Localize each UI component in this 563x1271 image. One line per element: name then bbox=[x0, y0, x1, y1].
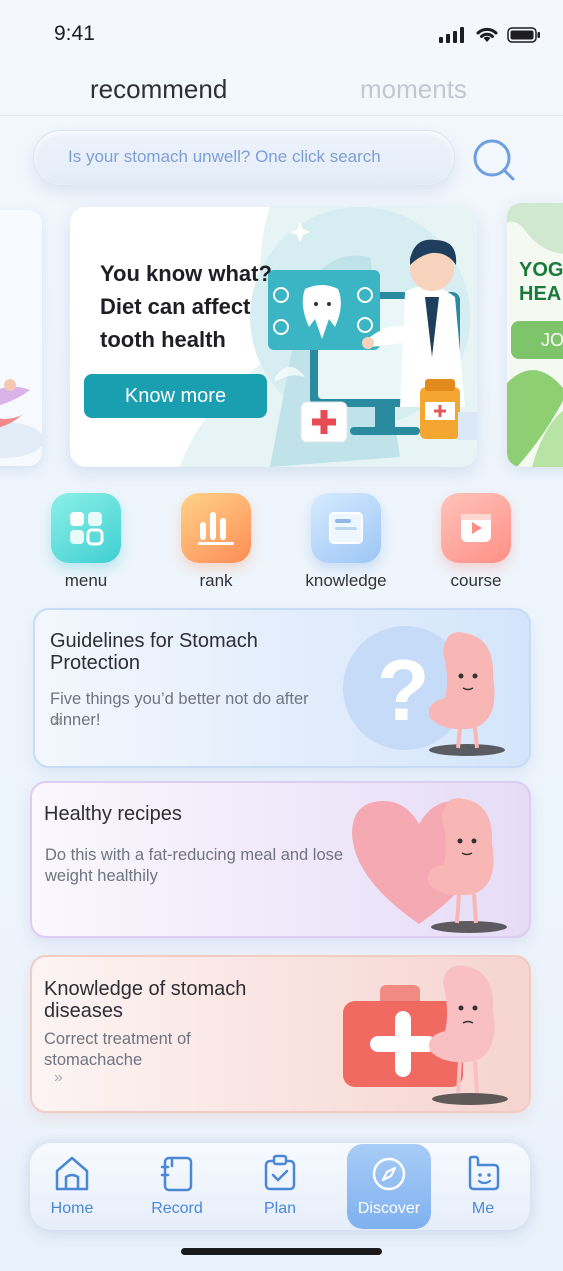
banner-main[interactable]: You know what? Diet can affect tooth hea… bbox=[70, 207, 477, 467]
nav-label: Record bbox=[151, 1200, 203, 1217]
chevron-right-icon[interactable]: » bbox=[53, 712, 62, 730]
nav-me[interactable]: Me bbox=[441, 1153, 525, 1218]
me-icon bbox=[468, 1155, 500, 1191]
card-description: Five things you’d better not do after di… bbox=[50, 690, 309, 729]
bottom-nav: Home Record Plan Discover Me bbox=[30, 1143, 530, 1230]
nav-label: Discover bbox=[357, 1200, 421, 1217]
stomach-firstaid-illustration bbox=[343, 965, 508, 1105]
quick-menu-label: course bbox=[450, 571, 502, 590]
banner-prev-peek[interactable] bbox=[0, 210, 42, 466]
tab-moments[interactable]: moments bbox=[360, 74, 467, 105]
svg-text:?: ? bbox=[377, 643, 430, 739]
book-icon bbox=[311, 493, 381, 563]
card-title: Healthy recipes bbox=[44, 803, 182, 825]
nav-label: Plan bbox=[263, 1200, 297, 1217]
card-description: Correct treatment of stomachache bbox=[44, 1030, 191, 1069]
search-icon[interactable] bbox=[470, 136, 518, 184]
card-healthy-recipes[interactable]: Healthy recipes Do this with a fat-reduc… bbox=[30, 781, 531, 938]
status-time: 9:41 bbox=[54, 22, 95, 45]
quick-menu-label: knowledge bbox=[305, 571, 387, 590]
battery-icon bbox=[507, 26, 540, 43]
signal-icon bbox=[439, 26, 464, 43]
yoga-illustration bbox=[0, 210, 42, 466]
video-icon bbox=[441, 493, 511, 563]
grid-icon bbox=[51, 493, 121, 563]
bar-chart-icon bbox=[181, 493, 251, 563]
quick-menu-label: menu bbox=[64, 571, 108, 590]
tab-recommend[interactable]: recommend bbox=[90, 74, 227, 105]
nav-record[interactable]: Record bbox=[135, 1153, 219, 1218]
banner-next-peek[interactable]: YOG HEA JO bbox=[507, 203, 563, 467]
quick-menu-label: rank bbox=[199, 571, 233, 590]
card-stomach-diseases[interactable]: Knowledge of stomach diseases Correct tr… bbox=[30, 955, 531, 1113]
nav-label: Home bbox=[50, 1200, 94, 1217]
stomach-heart-illustration bbox=[352, 798, 507, 933]
card-title: Knowledge of stomach diseases bbox=[44, 978, 247, 1022]
nav-plan[interactable]: Plan bbox=[238, 1153, 322, 1218]
stomach-question-illustration: ? bbox=[343, 626, 505, 756]
status-icons bbox=[439, 26, 541, 43]
quick-menu-knowledge[interactable]: knowledge bbox=[291, 493, 401, 591]
card-stomach-protection[interactable]: ? Guidelines for Stomach Protection Five… bbox=[33, 608, 531, 768]
record-icon bbox=[160, 1156, 193, 1192]
search-input[interactable] bbox=[68, 147, 438, 167]
banner-next-button[interactable]: JO bbox=[511, 321, 563, 359]
know-more-button[interactable]: Know more bbox=[84, 374, 267, 418]
card-title: Guidelines for Stomach Protection bbox=[50, 630, 258, 674]
quick-menu-menu[interactable]: menu bbox=[31, 493, 141, 591]
compass-icon bbox=[372, 1157, 406, 1191]
home-icon bbox=[55, 1156, 89, 1191]
nav-home[interactable]: Home bbox=[30, 1153, 114, 1218]
banner-headline: You know what? Diet can affect tooth hea… bbox=[100, 261, 272, 352]
quick-menu-rank[interactable]: rank bbox=[161, 493, 271, 591]
home-indicator bbox=[181, 1248, 382, 1255]
nav-label: Me bbox=[471, 1200, 495, 1217]
banner-next-title: YOG HEA bbox=[519, 259, 563, 305]
plan-icon bbox=[264, 1154, 296, 1191]
search-bar bbox=[33, 130, 455, 186]
top-tabs: recommend moments bbox=[0, 72, 563, 116]
card-description: Do this with a fat-reducing meal and los… bbox=[45, 846, 344, 885]
chevron-right-icon[interactable]: » bbox=[54, 1069, 63, 1087]
nav-discover[interactable]: Discover bbox=[347, 1153, 431, 1218]
wifi-icon bbox=[476, 27, 498, 42]
quick-menu-course[interactable]: course bbox=[421, 493, 531, 591]
